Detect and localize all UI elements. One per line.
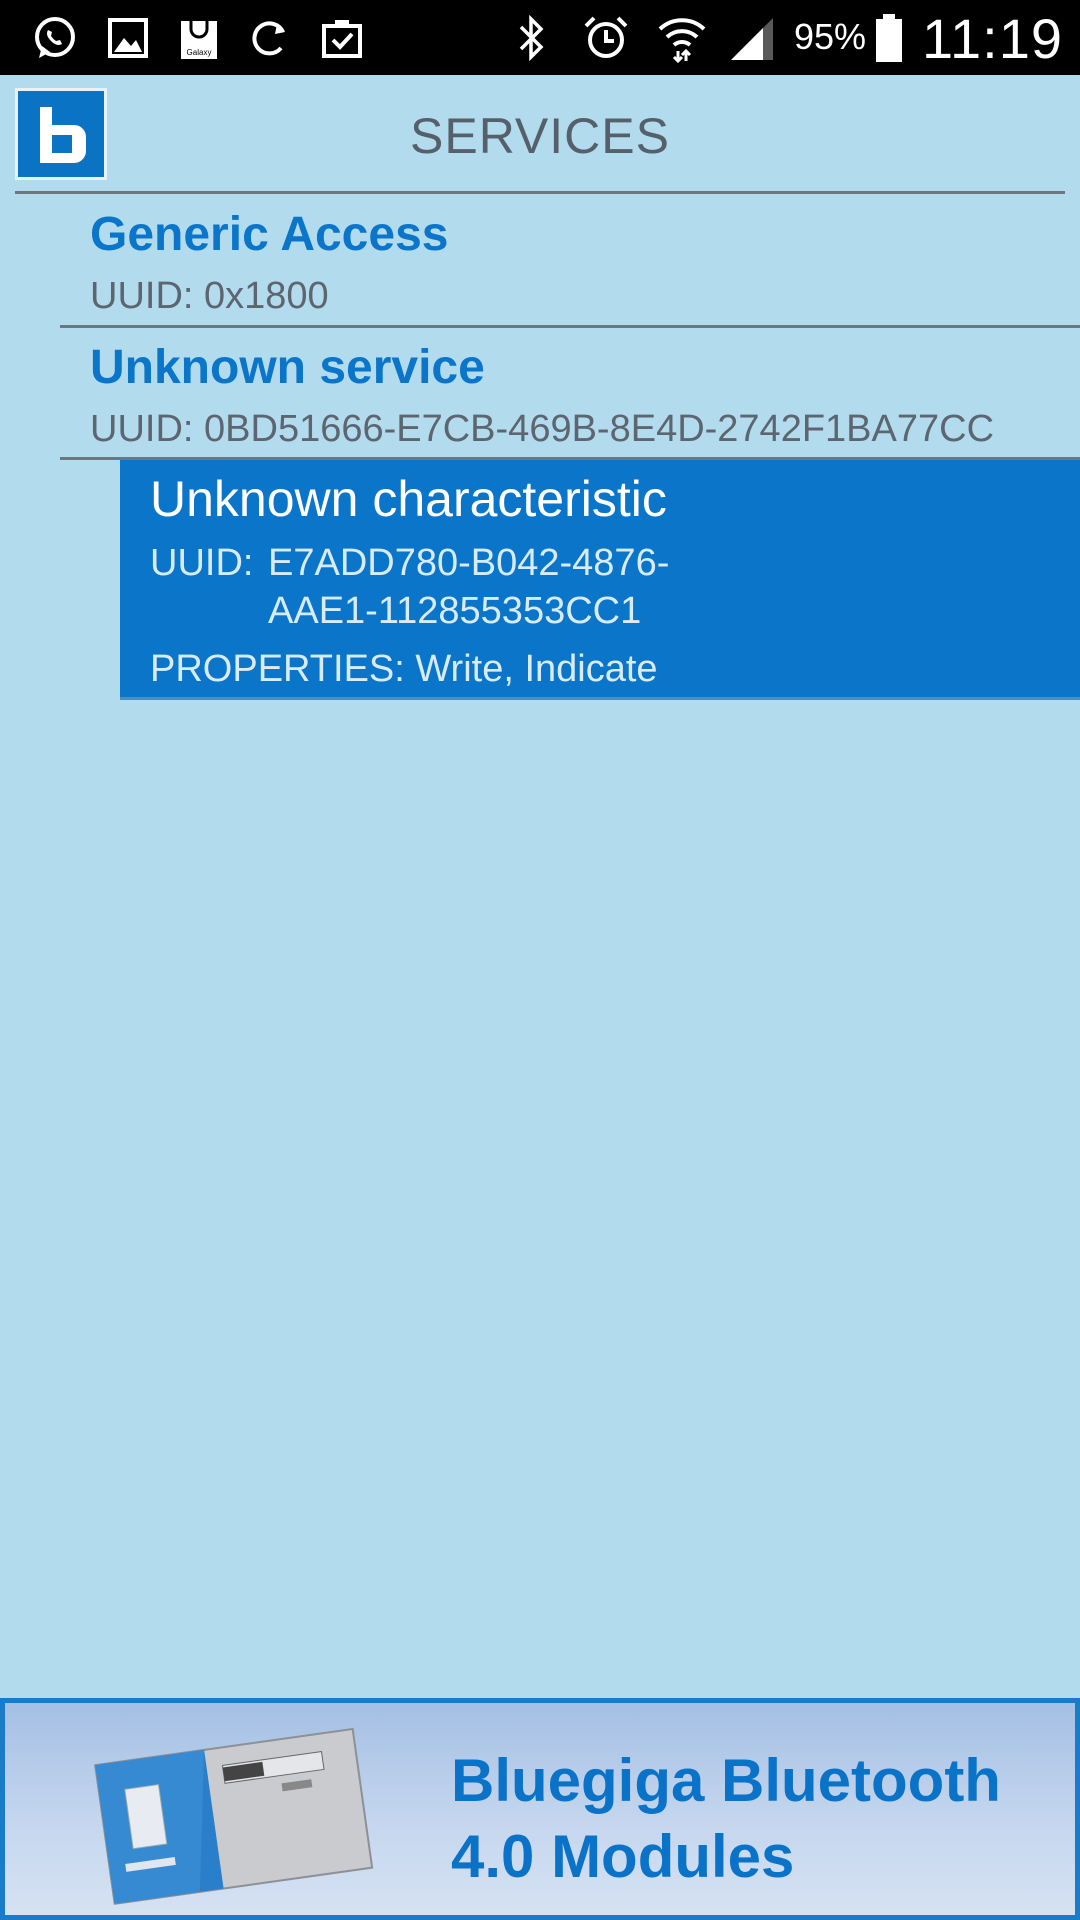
signal-icon [726, 12, 778, 64]
gallery-icon [104, 12, 152, 64]
characteristic-uuid-label: UUID: [150, 542, 254, 584]
app-header: SERVICES [0, 75, 1080, 195]
whatsapp-icon [28, 12, 80, 64]
bluetooth-icon [512, 12, 552, 64]
properties-label: PROPERTIES: [150, 648, 405, 690]
bluegiga-banner[interactable]: Bluegiga Bluetooth 4.0 Modules [0, 1698, 1080, 1920]
characteristic-uuid-line1: E7ADD780-B042-4876- [268, 542, 670, 584]
characteristic-name: Unknown characteristic [150, 471, 667, 527]
alarm-icon [580, 12, 632, 64]
service-uuid: UUID: 0BD51666-E7CB-469B-8E4D-2742F1BA77… [90, 408, 994, 451]
status-bar: Galaxy 95% 11:19 [0, 0, 1080, 75]
service-item-unknown-service[interactable]: Unknown service UUID: 0BD51666-E7CB-469B… [60, 328, 1080, 460]
galaxy-label: Galaxy [187, 48, 212, 57]
bluetooth-module-image [89, 1717, 379, 1912]
uuid-value: 0BD51666-E7CB-469B-8E4D-2742F1BA77CC [204, 408, 995, 450]
service-name: Generic Access [90, 208, 449, 261]
service-item-generic-access[interactable]: Generic Access UUID: 0x1800 [60, 195, 1080, 328]
banner-line1: Bluegiga Bluetooth [451, 1747, 1001, 1814]
characteristic-item-unknown[interactable]: Unknown characteristic UUID: E7ADD780-B0… [120, 460, 1080, 700]
battery-icon [872, 12, 906, 64]
galaxy-apps-icon: Galaxy [175, 12, 223, 64]
clipboard-check-icon [318, 12, 366, 64]
wifi-icon [655, 12, 709, 64]
banner-line2: 4.0 Modules [451, 1823, 795, 1890]
service-uuid: UUID: 0x1800 [90, 275, 329, 318]
battery-percentage: 95% [794, 16, 867, 57]
uuid-label: UUID: [90, 408, 194, 450]
characteristic-uuid-line2: AAE1-112855353CC1 [268, 590, 642, 632]
uuid-value: 0x1800 [204, 275, 329, 317]
banner-headline: Bluegiga Bluetooth 4.0 Modules [451, 1743, 1001, 1895]
sync-icon [245, 12, 293, 64]
clock: 11:19 [922, 7, 1063, 70]
characteristic-properties: PROPERTIES: Write, Indicate [150, 648, 658, 691]
uuid-label: UUID: [90, 275, 194, 317]
header-divider [15, 191, 1065, 194]
properties-value: Write, Indicate [415, 648, 658, 690]
page-title: SERVICES [410, 108, 670, 164]
service-name: Unknown service [90, 341, 485, 394]
